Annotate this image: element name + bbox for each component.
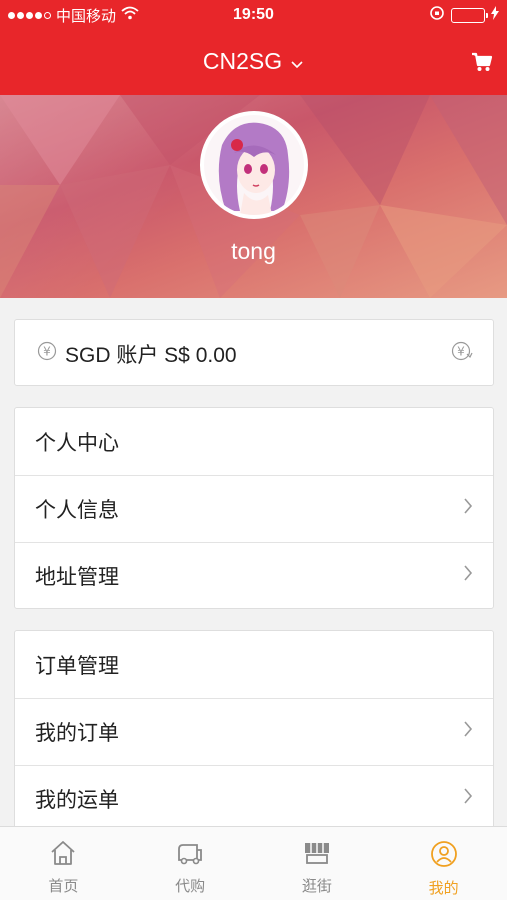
yen-icon: ¥ xyxy=(37,341,57,367)
site-switcher[interactable]: CN2SG xyxy=(203,48,304,75)
cart-icon[interactable] xyxy=(471,52,493,77)
tab-shopping[interactable]: 逛街 xyxy=(254,827,381,900)
menu-item-profile-info[interactable]: 个人信息 xyxy=(15,475,493,542)
nav-bar: CN2SG xyxy=(0,30,507,95)
account-card[interactable]: ¥ SGD 账户 S$ 0.00 ¥ xyxy=(14,319,494,386)
tab-home[interactable]: 首页 xyxy=(0,827,127,900)
personal-center-card: 个人中心 个人信息 地址管理 xyxy=(14,407,494,609)
section-title: 个人中心 xyxy=(35,431,119,455)
exchange-icon[interactable]: ¥ xyxy=(451,340,473,368)
avatar[interactable] xyxy=(200,111,308,219)
svg-text:¥: ¥ xyxy=(43,344,51,358)
status-bar: 中国移动 19:50 xyxy=(0,0,507,30)
menu-item-label: 个人信息 xyxy=(35,499,119,522)
menu-item-my-orders[interactable]: 我的订单 xyxy=(15,698,493,765)
section-header-orders: 订单管理 xyxy=(15,631,493,698)
account-text: SGD 账户 S$ 0.00 xyxy=(65,343,237,367)
menu-item-my-waybills[interactable]: 我的运单 xyxy=(15,765,493,829)
tab-bar: 首页 代购 逛街 我的 xyxy=(0,826,507,900)
store-icon xyxy=(302,840,332,870)
section-title: 订单管理 xyxy=(35,654,119,678)
header: 中国移动 19:50 CN2SG xyxy=(0,0,507,95)
section-header-personal: 个人中心 xyxy=(15,408,493,475)
tab-purchase[interactable]: 代购 xyxy=(127,827,254,900)
tab-label: 代购 xyxy=(175,878,206,895)
order-management-card: 订单管理 我的订单 我的运单 xyxy=(14,630,494,830)
battery-icon xyxy=(451,7,488,23)
tab-label: 逛街 xyxy=(301,878,332,895)
menu-item-label: 我的订单 xyxy=(35,722,119,745)
menu-item-label: 我的运单 xyxy=(35,789,119,812)
truck-icon xyxy=(175,840,205,870)
user-icon xyxy=(430,840,458,872)
profile-header: tong xyxy=(0,95,507,298)
tab-label: 首页 xyxy=(48,878,79,895)
chevron-right-icon xyxy=(463,787,473,811)
chevron-right-icon xyxy=(463,497,473,521)
tab-label: 我的 xyxy=(428,880,459,897)
nav-title: CN2SG xyxy=(202,48,283,74)
username: tong xyxy=(231,238,276,264)
menu-item-label: 地址管理 xyxy=(35,566,119,589)
tab-mine[interactable]: 我的 xyxy=(380,827,507,900)
chevron-right-icon xyxy=(463,564,473,588)
menu-item-address[interactable]: 地址管理 xyxy=(15,542,493,609)
chevron-down-icon xyxy=(290,48,304,75)
chevron-right-icon xyxy=(463,720,473,744)
status-time: 19:50 xyxy=(233,6,274,23)
home-icon xyxy=(49,840,77,870)
svg-text:¥: ¥ xyxy=(457,344,465,358)
